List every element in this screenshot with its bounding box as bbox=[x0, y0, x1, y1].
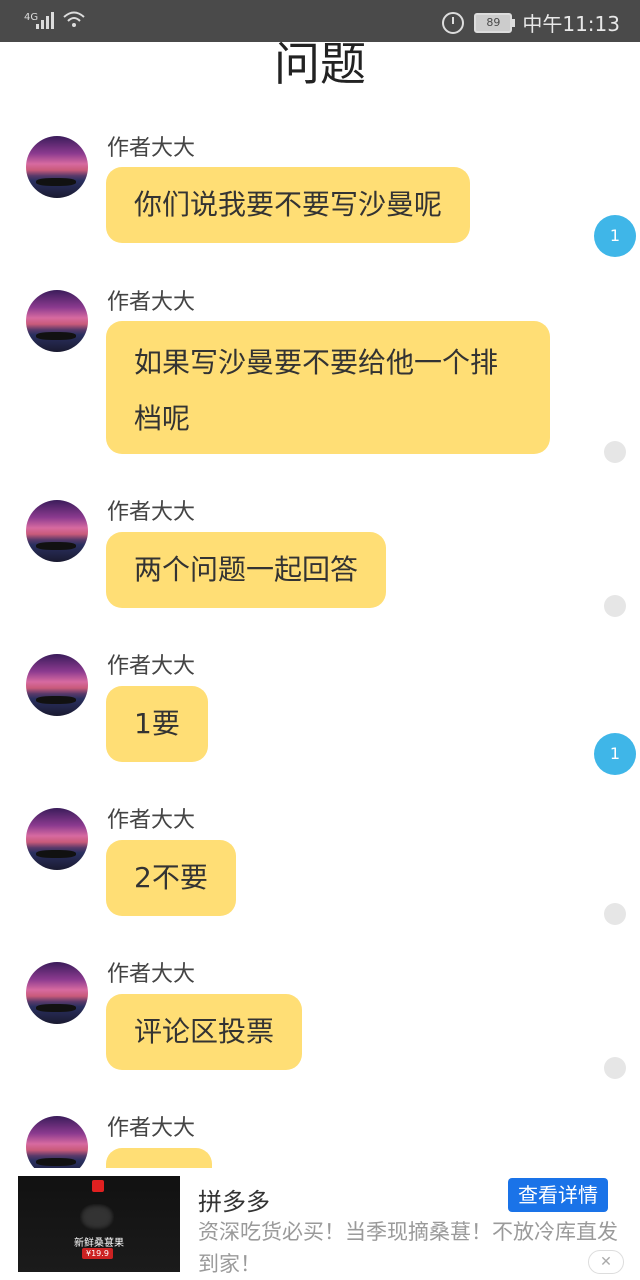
sender-name: 作者大大 bbox=[107, 808, 196, 833]
alarm-icon bbox=[442, 11, 465, 34]
avatar[interactable] bbox=[26, 654, 88, 716]
message-bubble[interactable]: 如果写沙曼要不要给他一个排档呢 bbox=[106, 321, 550, 454]
brand-logo-icon bbox=[92, 1180, 104, 1192]
signal-group: 4G bbox=[22, 9, 86, 29]
sender-name: 作者大大 bbox=[107, 290, 196, 315]
clock: 中午11:13 bbox=[522, 12, 620, 36]
message-bubble[interactable]: 1要 bbox=[106, 686, 208, 762]
ad-thumb-price: ¥19.9 bbox=[82, 1248, 113, 1259]
unread-dot bbox=[604, 595, 626, 617]
ad-thumbnail[interactable]: 新鲜桑葚果 ¥19.9 bbox=[18, 1176, 180, 1272]
message-bubble[interactable]: 评论区投票 bbox=[106, 994, 303, 1070]
sender-name: 作者大大 bbox=[107, 500, 196, 525]
page-title: 问题 bbox=[274, 37, 366, 91]
wifi-icon bbox=[62, 9, 86, 29]
message-bubble[interactable]: 2不要 bbox=[106, 840, 236, 916]
close-icon[interactable]: ✕ bbox=[588, 1250, 624, 1274]
sender-name: 作者大大 bbox=[107, 136, 196, 161]
read-count-badge[interactable]: 1 bbox=[594, 215, 636, 257]
signal-icon bbox=[36, 9, 54, 29]
ad-advertiser: 拼多多 bbox=[198, 1188, 270, 1216]
avatar[interactable] bbox=[26, 962, 88, 1024]
chat-content: 4G 89 中午11:13 问题 作者大大 你们说我要不要写沙曼呢 1 作者大大… bbox=[0, 0, 640, 1168]
unread-dot bbox=[604, 1057, 626, 1079]
avatar[interactable] bbox=[26, 808, 88, 870]
message-bubble[interactable] bbox=[106, 1148, 212, 1168]
sender-name: 作者大大 bbox=[107, 1116, 196, 1141]
network-type: 4G bbox=[24, 12, 39, 23]
battery-icon: 89 bbox=[474, 12, 516, 33]
avatar[interactable] bbox=[26, 136, 88, 198]
avatar[interactable] bbox=[26, 290, 88, 352]
sender-name: 作者大大 bbox=[107, 962, 196, 987]
unread-dot bbox=[604, 441, 626, 463]
view-details-button[interactable]: 查看详情 bbox=[508, 1178, 608, 1212]
read-count-badge[interactable]: 1 bbox=[594, 733, 636, 775]
ad-description: 资深吃货必买！当季现摘桑葚！不放冷库直发到家！ bbox=[198, 1220, 618, 1276]
ad-thumb-tagline: 新鲜桑葚果 bbox=[74, 1238, 124, 1249]
ad-banner[interactable]: 新鲜桑葚果 ¥19.9 拼多多 查看详情 资深吃货必买！当季现摘桑葚！不放冷库直… bbox=[0, 1168, 640, 1280]
avatar[interactable] bbox=[26, 1116, 88, 1168]
message-bubble[interactable]: 两个问题一起回答 bbox=[106, 532, 387, 608]
mulberry-image bbox=[80, 1204, 114, 1230]
message-bubble[interactable]: 你们说我要不要写沙曼呢 bbox=[106, 167, 471, 243]
unread-dot bbox=[604, 903, 626, 925]
avatar[interactable] bbox=[26, 500, 88, 562]
status-right: 89 中午11:13 bbox=[442, 8, 620, 37]
sender-name: 作者大大 bbox=[107, 654, 196, 679]
